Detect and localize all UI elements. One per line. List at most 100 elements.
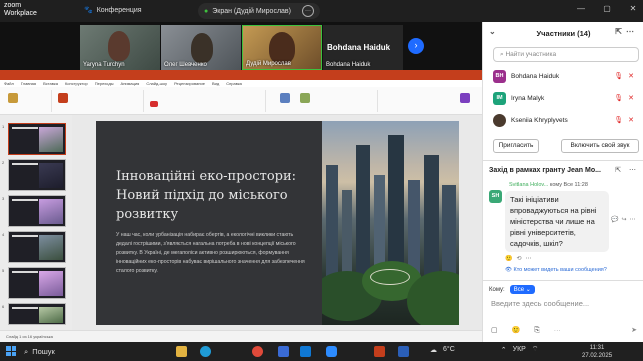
popout-icon[interactable]: ⇱⋯ bbox=[615, 27, 638, 36]
powerpoint-icon[interactable] bbox=[374, 346, 385, 357]
recipient-row: Кому: Все ⌄ bbox=[489, 285, 535, 294]
slide-thumb[interactable]: 1 bbox=[2, 123, 66, 155]
conference-menu[interactable]: 🐾 Конференция bbox=[84, 6, 142, 15]
next-videos-button[interactable]: › bbox=[408, 38, 424, 54]
slide-title: Інноваційні еко-простори: Новий підхід д… bbox=[116, 169, 297, 222]
chat-popout-icon[interactable]: ⇱ ⋯ bbox=[615, 166, 639, 174]
word-icon[interactable] bbox=[398, 346, 409, 357]
wifi-icon[interactable]: ⌔ bbox=[532, 345, 539, 354]
screen-share-label: Экран (Дудій Мирослав) bbox=[212, 7, 291, 15]
participant-search-input[interactable]: ⌕ Найти участника bbox=[493, 47, 639, 62]
video-name: Yaryna Turchyn bbox=[83, 62, 125, 68]
message-actions[interactable]: 💬↪⋯ bbox=[611, 216, 639, 223]
avatar: BH bbox=[493, 69, 506, 83]
message-input[interactable]: Введите здесь сообщение... bbox=[491, 299, 589, 308]
avatar bbox=[493, 113, 506, 127]
message-sender[interactable]: Svitlana Holov... bbox=[509, 182, 548, 188]
who-can-see-link[interactable]: 👁 Кто может видеть ваши сообщения? bbox=[505, 267, 607, 273]
chrome-icon[interactable] bbox=[252, 346, 263, 357]
message-time: 11:28 bbox=[574, 182, 588, 188]
weather-temp[interactable]: 6°C bbox=[443, 346, 455, 353]
slide-thumb[interactable]: 4 bbox=[2, 231, 66, 263]
chat-message[interactable]: Такі ініціативи впроваджуються на рівні … bbox=[505, 191, 609, 252]
participants-title: Участники (14) bbox=[536, 28, 591, 38]
slide-thumbnails: 1 2 3 4 5 6 bbox=[0, 115, 72, 330]
designer-icon[interactable] bbox=[460, 93, 470, 103]
menu-item[interactable]: Главная bbox=[21, 81, 36, 86]
paste-icon[interactable] bbox=[8, 93, 18, 103]
thumb-title bbox=[12, 127, 38, 129]
video-tile[interactable]: Bohdana Haiduk Bohdana Haiduk bbox=[323, 25, 403, 70]
thumb-title bbox=[12, 235, 38, 237]
file-explorer-icon[interactable] bbox=[176, 346, 187, 357]
participant-row[interactable]: IM Iryna Malyk 🎙✕ bbox=[493, 90, 639, 106]
zoom-titlebar: zoom Workplace 🐾 Конференция ● Экран (Ду… bbox=[0, 0, 643, 22]
status-text: Слайд 1 из 16 українська bbox=[6, 334, 53, 339]
building bbox=[326, 165, 338, 285]
slide-number: 1 bbox=[2, 124, 5, 129]
recipient-dropdown[interactable]: Все ⌄ bbox=[509, 285, 535, 294]
slide-thumb[interactable]: 3 bbox=[2, 195, 66, 227]
video-tile[interactable]: Yaryna Turchyn bbox=[80, 25, 160, 70]
screen: zoom Workplace 🐾 Конференция ● Экран (Ду… bbox=[0, 0, 643, 361]
thumb-title bbox=[12, 199, 38, 201]
video-tile-active[interactable]: Дудій Мирослав bbox=[242, 25, 322, 70]
close-icon[interactable]: ✕ bbox=[627, 4, 639, 13]
reaction-icons[interactable]: 🙂⟲⋯ bbox=[505, 255, 536, 262]
unmute-button[interactable]: Включить свой звук bbox=[561, 139, 639, 153]
thumb-title bbox=[12, 307, 38, 309]
side-panel: ⌄ Участники (14) ⇱⋯ ⌕ Найти участника BH… bbox=[482, 22, 643, 342]
store-icon[interactable] bbox=[278, 346, 289, 357]
muted-icons: 🎙✕ bbox=[614, 73, 639, 80]
shapes-icon[interactable] bbox=[280, 93, 290, 103]
window-controls: — ▢ ✕ bbox=[575, 4, 639, 13]
zoom-app-icon[interactable] bbox=[326, 346, 337, 357]
menu-item[interactable]: Анимация bbox=[121, 81, 140, 86]
current-slide[interactable]: Інноваційні еко-простори: Новий підхід д… bbox=[96, 121, 459, 325]
language-indicator[interactable]: УКР bbox=[513, 346, 526, 353]
minimize-icon[interactable]: — bbox=[575, 4, 587, 13]
menu-item[interactable]: Вставка bbox=[43, 81, 58, 86]
slide-thumb[interactable]: 5 bbox=[2, 267, 66, 299]
video-name: Олег Шевченко bbox=[164, 62, 207, 68]
slide-thumb[interactable]: 2 bbox=[2, 159, 66, 191]
windows-start-icon[interactable] bbox=[6, 346, 16, 356]
zoom-logo-line1: zoom bbox=[4, 2, 22, 9]
taskbar-search[interactable]: ⌕ Пошук bbox=[24, 345, 184, 358]
video-tile[interactable]: Олег Шевченко bbox=[161, 25, 241, 70]
avatar: IM bbox=[493, 91, 506, 105]
menu-item[interactable]: Вид bbox=[212, 81, 219, 86]
menu-item[interactable]: Конструктор bbox=[65, 81, 88, 86]
maximize-icon[interactable]: ▢ bbox=[601, 4, 613, 13]
participants-header: ⌄ Участники (14) ⇱⋯ bbox=[483, 22, 643, 44]
more-options-icon[interactable]: ··· bbox=[302, 5, 314, 17]
font-color-icon[interactable] bbox=[150, 101, 158, 107]
compose-toolbar[interactable]: ▢ 🙂 ⎘ ⋯ bbox=[491, 326, 567, 335]
tray-icons[interactable]: ⌃ bbox=[501, 346, 507, 354]
participant-row[interactable]: Kseniia Khryplyvets 🎙✕ bbox=[493, 112, 639, 128]
participant-name: Iryna Malyk bbox=[511, 94, 545, 102]
collapse-icon[interactable]: ⌄ bbox=[489, 27, 496, 36]
screen-share-pill[interactable]: ● Экран (Дудій Мирослав) ··· bbox=[198, 3, 320, 19]
menu-item[interactable]: Рецензирование bbox=[174, 81, 205, 86]
slide-number: 3 bbox=[2, 196, 5, 201]
taskbar-clock[interactable]: 11:31 27.02.2025 bbox=[582, 344, 612, 360]
send-icon[interactable]: ➤ bbox=[631, 326, 637, 334]
invite-button[interactable]: Пригласить bbox=[493, 139, 539, 153]
slide-thumb[interactable]: 6 bbox=[2, 303, 66, 325]
slide-number: 5 bbox=[2, 268, 5, 273]
recipient-value: Все bbox=[513, 287, 525, 293]
ribbon-group bbox=[54, 90, 144, 112]
menu-item[interactable]: Справка bbox=[226, 81, 242, 86]
outlook-icon[interactable] bbox=[300, 346, 311, 357]
message-meta: Svitlana Holov... кому Все 11:28 bbox=[509, 182, 588, 188]
chat-header: Захід в рамках гранту Jean Mo... ⇱ ⋯ bbox=[489, 163, 639, 177]
arrange-icon[interactable] bbox=[300, 93, 310, 103]
thumb-image bbox=[39, 127, 63, 152]
menu-item[interactable]: Слайд-шоу bbox=[146, 81, 167, 86]
menu-item[interactable]: Переходы bbox=[95, 81, 114, 86]
menu-item[interactable]: Файл bbox=[4, 81, 14, 86]
edge-icon[interactable] bbox=[200, 346, 211, 357]
participant-row[interactable]: BH Bohdana Haiduk 🎙✕ bbox=[493, 68, 639, 84]
ppt-ribbon bbox=[0, 87, 482, 115]
